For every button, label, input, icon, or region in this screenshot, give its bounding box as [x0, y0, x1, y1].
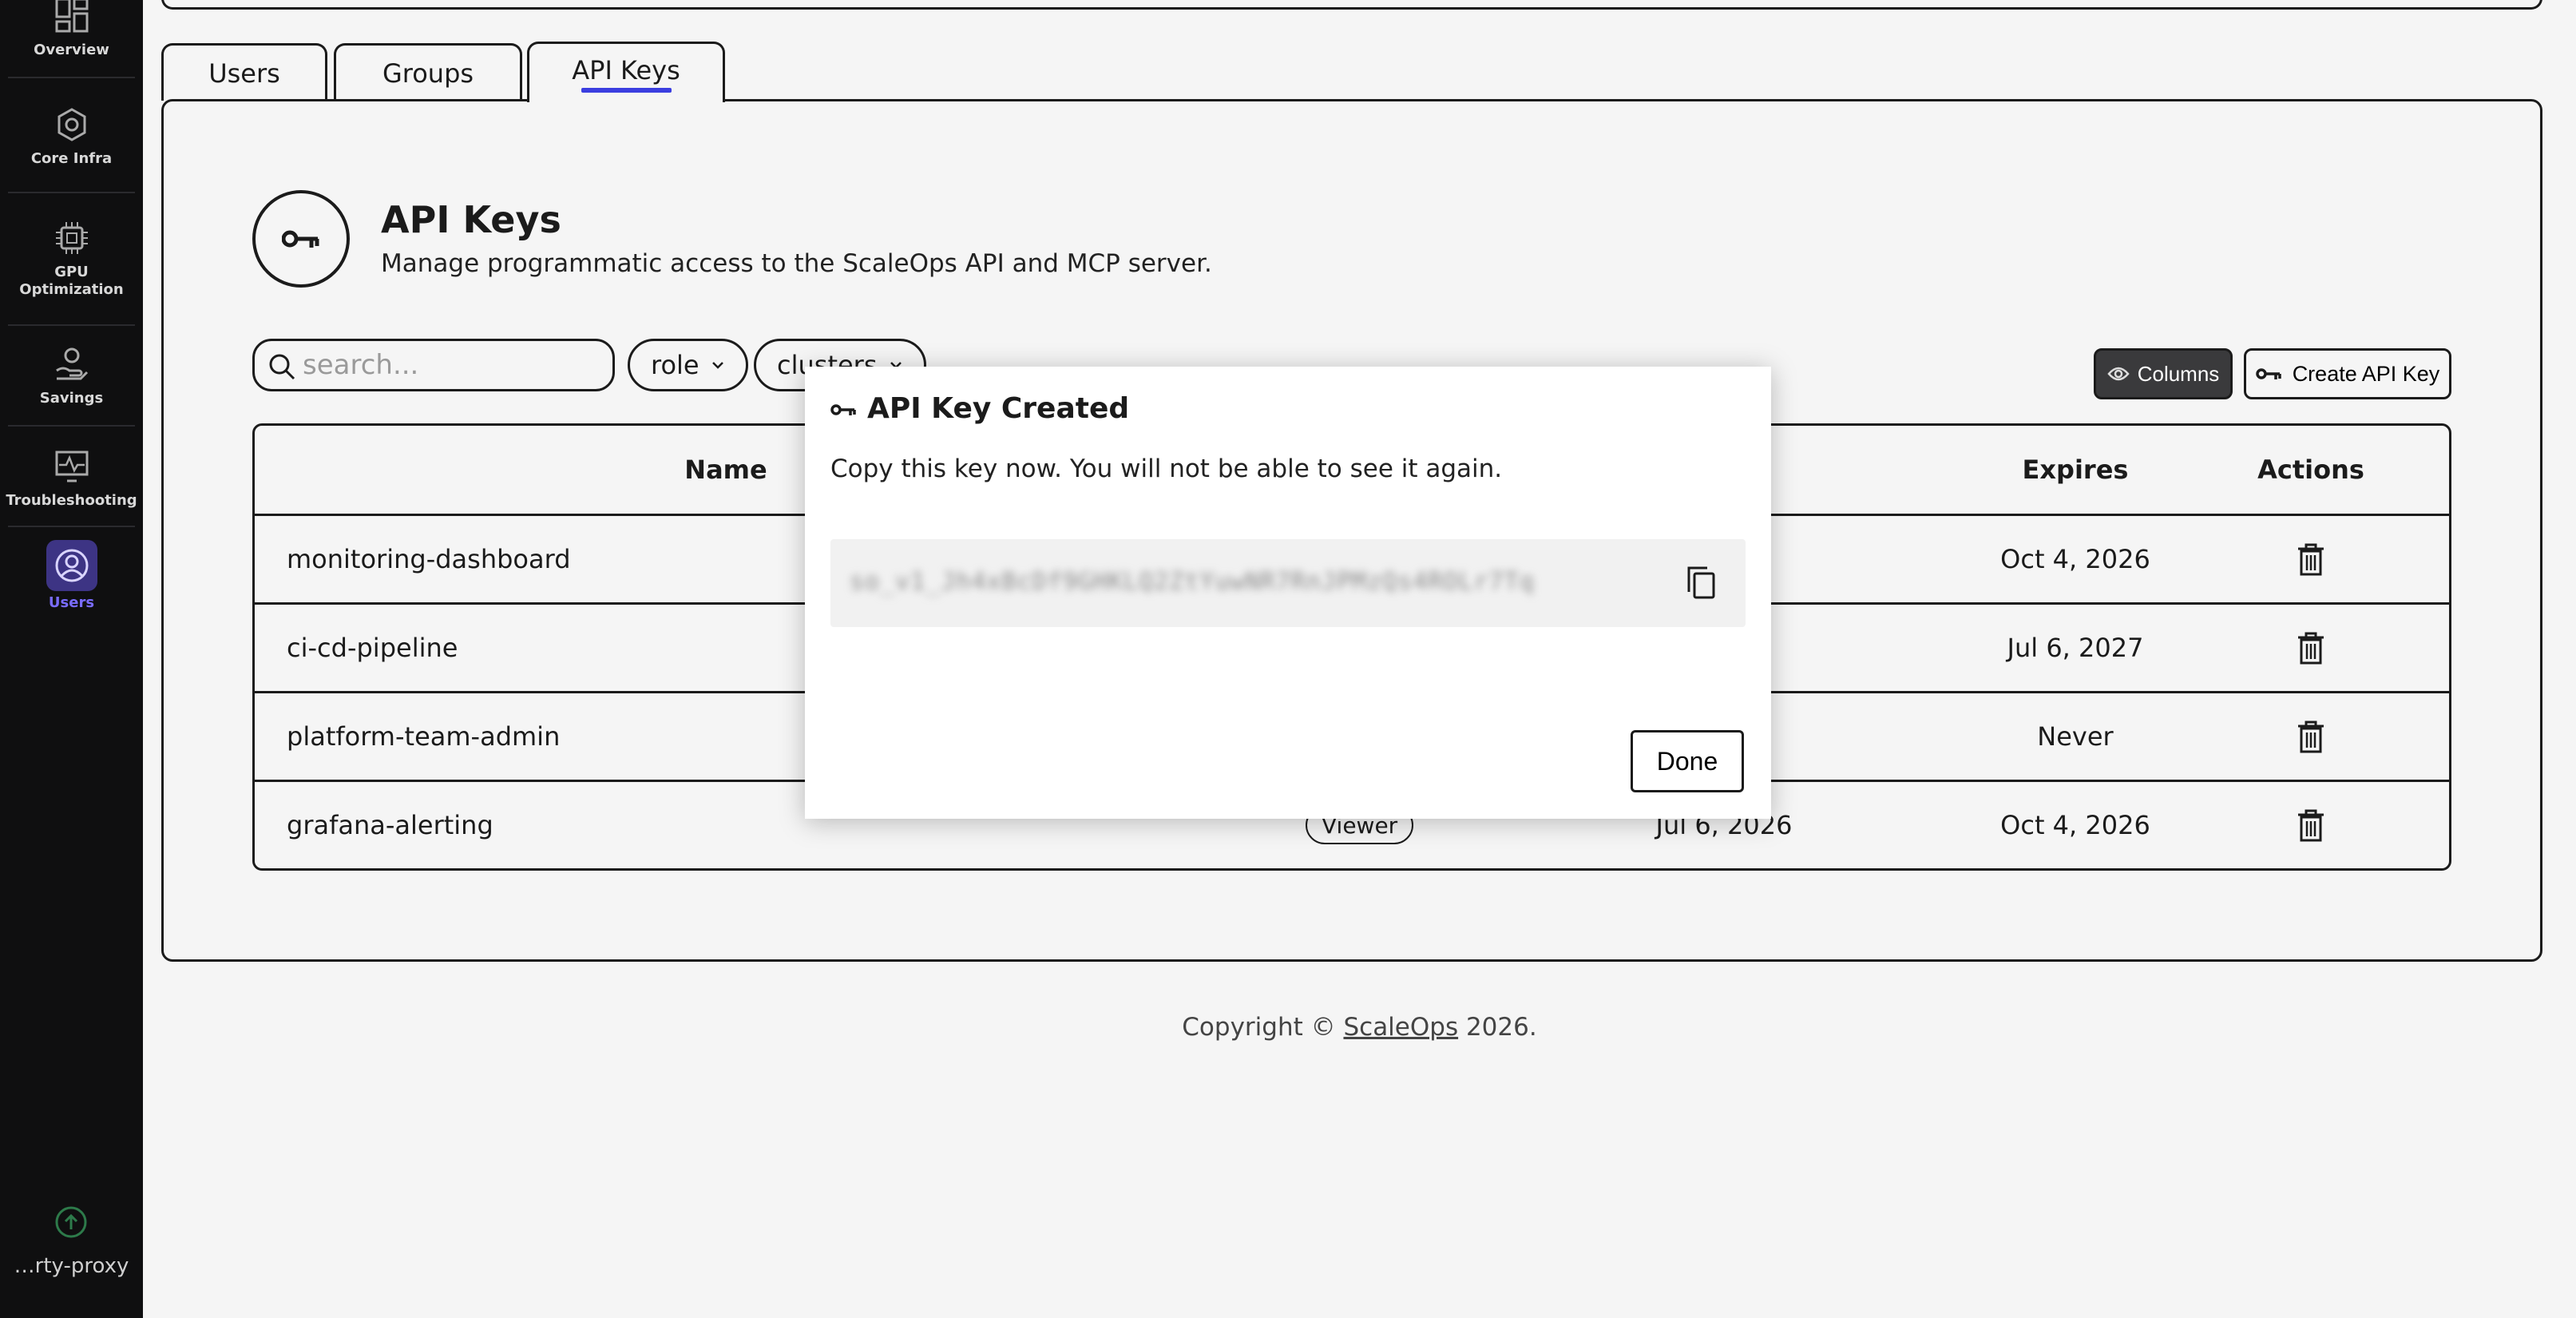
search-box[interactable]: [252, 339, 615, 391]
create-api-key-label: Create API Key: [2292, 361, 2440, 386]
trash-icon: [2298, 721, 2324, 753]
page-subtitle: Manage programmatic access to the ScaleO…: [381, 249, 1212, 278]
api-key-value[interactable]: so_v1_Jh4xBcDf9GHKLQ2ZtYuwNR7RnJPMzQs4RO…: [850, 568, 1535, 596]
search-input[interactable]: [303, 349, 598, 381]
copyright-suffix: 2026.: [1458, 1013, 1537, 1042]
key-header-icon-circle: [252, 190, 350, 288]
key-expires: Jul 6, 2027: [2007, 633, 2144, 663]
copyright: Copyright © ScaleOps 2026.: [1182, 1013, 1536, 1042]
columns-button-label: Columns: [2137, 361, 2220, 386]
sidebar-item-label: Users: [48, 594, 95, 611]
sidebar-item-label: Overview: [34, 42, 109, 58]
sidebar-item-label: GPU Optimization: [19, 264, 123, 299]
column-header-actions: Actions: [2243, 426, 2379, 514]
eye-icon: [2107, 367, 2130, 381]
tab-users[interactable]: Users: [161, 43, 327, 101]
sidebar: Overview Core Infra GPU Optimization Sav…: [0, 0, 143, 1318]
key-name: platform-team-admin: [287, 721, 561, 752]
key-expires: Never: [2037, 721, 2114, 752]
tab-label: Groups: [382, 58, 474, 89]
sidebar-divider: [8, 192, 135, 193]
sidebar-item-label: Troubleshooting: [6, 492, 137, 509]
footer: Copyright © ScaleOps 2026.: [0, 1013, 2576, 1042]
savings-icon: [55, 347, 88, 380]
role-filter[interactable]: role: [628, 339, 748, 391]
column-header-expires[interactable]: Expires: [1972, 426, 2179, 514]
delete-button[interactable]: [2279, 516, 2343, 602]
page-title: API Keys: [381, 198, 561, 241]
sidebar-item-label-line: Optimization: [19, 281, 124, 298]
tab-label: API Keys: [572, 54, 680, 85]
delete-button[interactable]: [2279, 782, 2343, 868]
gpu-icon: [55, 222, 88, 254]
tab-api-keys[interactable]: API Keys: [527, 42, 725, 102]
done-button[interactable]: Done: [1631, 730, 1744, 792]
sidebar-divider: [8, 526, 135, 527]
sidebar-item-overview[interactable]: Overview: [0, 0, 143, 59]
sidebar-divider: [8, 77, 135, 78]
column-header-label: Name: [684, 455, 767, 485]
api-key-created-dialog: API Key Created Copy this key now. You w…: [805, 367, 1771, 819]
delete-button[interactable]: [2279, 605, 2343, 691]
key-name: monitoring-dashboard: [287, 544, 571, 574]
key-name: ci-cd-pipeline: [287, 633, 458, 663]
copy-button[interactable]: [1685, 565, 1717, 603]
trash-icon: [2298, 543, 2324, 576]
users-icon-badge: [46, 540, 97, 591]
key-icon: [2255, 368, 2281, 379]
sidebar-item-savings[interactable]: Savings: [0, 347, 143, 407]
dialog-title: API Key Created: [867, 392, 1130, 425]
copyright-prefix: Copyright ©: [1182, 1013, 1344, 1042]
users-icon: [55, 549, 88, 582]
api-key-display: so_v1_Jh4xBcDf9GHKLQ2ZtYuwNR7RnJPMzQs4RO…: [830, 539, 1746, 627]
sidebar-item-label-line: GPU: [54, 264, 89, 280]
column-header-label: Expires: [2022, 455, 2129, 485]
tab-label: Users: [208, 58, 280, 89]
sidebar-divider: [8, 324, 135, 326]
create-api-key-button[interactable]: Create API Key: [2244, 348, 2451, 399]
scaleops-link[interactable]: ScaleOps: [1343, 1013, 1458, 1042]
delete-button[interactable]: [2279, 693, 2343, 780]
cluster-name[interactable]: …rty-proxy: [0, 1254, 143, 1278]
key-expires: Oct 4, 2026: [2000, 810, 2150, 840]
sidebar-item-label: Savings: [39, 390, 104, 407]
chevron-down-icon: [711, 362, 723, 369]
columns-button[interactable]: Columns: [2094, 348, 2233, 399]
column-header-label: Actions: [2257, 455, 2364, 485]
trash-icon: [2298, 632, 2324, 665]
dialog-message: Copy this key now. You will not be able …: [830, 455, 1503, 483]
copy-icon: [1687, 566, 1715, 599]
role-filter-label: role: [651, 350, 699, 380]
overview-icon: [55, 0, 88, 33]
key-expires: Oct 4, 2026: [2000, 544, 2150, 574]
key-icon: [282, 230, 319, 248]
sidebar-item-gpu-optimization[interactable]: GPU Optimization: [0, 220, 143, 299]
tab-groups[interactable]: Groups: [334, 43, 522, 101]
sidebar-item-troubleshooting[interactable]: Troubleshooting: [0, 449, 143, 510]
search-icon: [269, 354, 295, 380]
trash-icon: [2298, 809, 2324, 842]
cluster-status-icon[interactable]: [54, 1205, 88, 1239]
sidebar-divider: [8, 425, 135, 427]
top-container-edge: [161, 0, 2542, 10]
sidebar-item-users[interactable]: Users: [0, 540, 143, 612]
active-tab-indicator: [581, 88, 672, 93]
key-icon: [830, 404, 856, 415]
key-name: grafana-alerting: [287, 810, 493, 840]
core-infra-icon: [57, 108, 85, 141]
sidebar-item-label: Core Infra: [30, 150, 113, 167]
troubleshooting-icon: [55, 451, 88, 482]
sidebar-item-core-infra[interactable]: Core Infra: [0, 107, 143, 168]
